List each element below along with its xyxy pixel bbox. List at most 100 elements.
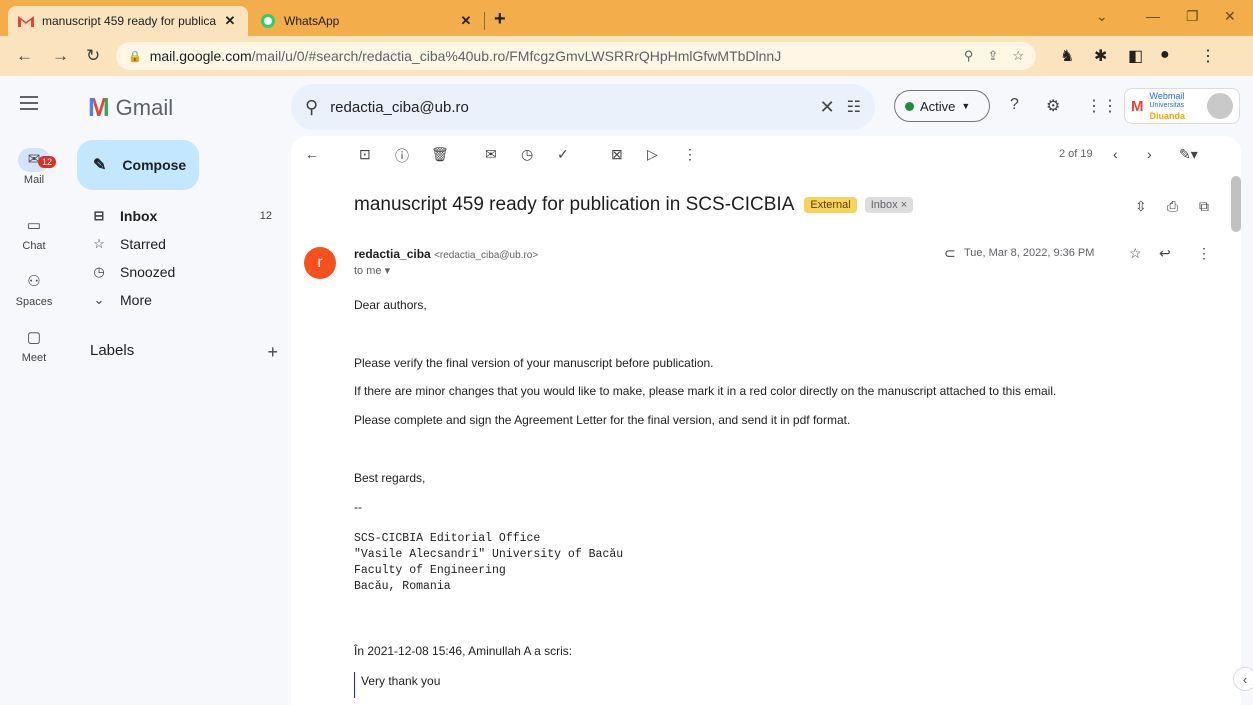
search-input[interactable] [330,98,808,116]
reply-icon[interactable]: ↩ [1159,245,1171,262]
chat-icon: ▭ [26,217,42,234]
recipients-label: to me [354,265,382,277]
gmail-logo[interactable]: M Gmail [88,92,173,123]
gmail-header: M Gmail ⚲ ✕ ☷ Active ▼ ? ⚙ ⋮⋮ M Webmail … [0,76,1253,136]
url-host: mail.google.com [149,48,252,64]
tab-whatsapp[interactable]: WhatsApp ✕ [252,6,482,36]
signature-line: "Vasile Alecsandri" University of Bacău [354,548,624,561]
side-panel-icon[interactable]: ◧ [1128,46,1143,66]
bookmark-star-icon[interactable]: ☆ [1012,48,1024,64]
help-icon[interactable]: ? [1010,96,1019,114]
status-dropdown[interactable]: Active ▼ [894,90,990,122]
new-window-icon[interactable]: ⧉ [1199,198,1209,215]
more-icon[interactable]: ⋮ [1197,245,1211,262]
rail-meet[interactable]: ▢ Meet [0,326,68,364]
body-closing: Best regards, [354,471,426,485]
snooze-icon[interactable]: ◷ [521,146,533,163]
newer-icon[interactable]: ‹ [1113,146,1118,162]
labels-heading: Labels [90,342,135,359]
close-tab-icon[interactable]: ✕ [222,13,238,29]
zoom-icon[interactable]: ⚲ [964,48,974,64]
expand-all-icon[interactable]: ⇳ [1135,198,1147,215]
account-switcher[interactable]: M Webmail Universitas Diuanda [1124,88,1240,124]
back-to-list-icon[interactable]: ← [305,146,319,162]
inbox-count: 12 [259,210,272,222]
apps-grid-icon[interactable]: ⋮⋮ [1086,96,1118,116]
profile-icon[interactable]: ● [1160,46,1170,64]
add-task-icon[interactable]: ✓ [557,146,569,163]
reload-icon[interactable]: ↻ [86,46,100,66]
nav-item-inbox[interactable]: ⊟ Inbox 12 [68,202,288,230]
clear-search-icon[interactable]: ✕ [820,97,835,118]
compose-button[interactable]: ✎ Compose [77,140,199,190]
older-icon[interactable]: › [1147,146,1152,162]
sender-avatar[interactable]: r [304,247,336,279]
browser-menu-icon[interactable]: ⋮ [1200,46,1216,66]
labels-section: Labels + [90,342,278,363]
rail-chat[interactable]: ▭ Chat [0,214,68,252]
search-options-icon[interactable]: ☷ [847,97,861,117]
input-tools-icon[interactable]: ✎▾ [1179,146,1198,163]
restore-icon[interactable]: ❐ [1186,8,1199,25]
webmail-m-icon: M [1131,97,1144,115]
scrollbar[interactable] [1231,176,1241,232]
rail-mail-label: Mail [23,174,45,186]
browser-toolbar: ← → ↻ 🔒 mail.google.com/mail/u/0/#search… [0,36,1253,76]
close-tab-icon[interactable]: ✕ [458,13,474,29]
chevron-down-icon: ⌄ [93,292,105,307]
nav-label: Starred [120,236,166,252]
print-icon[interactable]: ⎙ [1167,198,1178,215]
share-icon[interactable]: ⇪ [987,48,998,64]
clock-icon: ◷ [93,264,105,279]
extensions-puzzle-icon[interactable]: ✱ [1094,46,1107,66]
settings-gear-icon[interactable]: ⚙ [1046,96,1060,116]
extension-icon[interactable]: ♞ [1060,46,1074,66]
mail-nav: ⊟ Inbox 12 ☆ Starred ◷ Snoozed ⌄ More [68,202,288,314]
tab-search-icon[interactable]: ⌄ [1096,8,1108,25]
side-panel-toggle-icon[interactable]: ‹ [1233,667,1253,691]
nav-item-starred[interactable]: ☆ Starred [68,230,288,258]
forward-icon[interactable]: → [52,46,69,66]
back-icon[interactable]: ← [16,46,33,66]
message-subject: manuscript 459 ready for publication in … [354,194,795,215]
delete-icon[interactable]: 🗑 [431,146,449,163]
pager-text: 2 of 19 [1059,148,1093,160]
nav-item-snoozed[interactable]: ◷ Snoozed [68,258,288,286]
minimize-icon[interactable]: — [1146,8,1160,24]
move-to-icon[interactable]: ⊠ [611,146,623,163]
nav-label: Inbox [120,208,158,224]
sender-name[interactable]: redactia_ciba [354,247,431,261]
add-label-icon[interactable]: + [267,342,278,363]
message-date: Tue, Mar 8, 2022, 9:36 PM [964,247,1095,259]
signature-line: Faculty of Engineering [354,564,506,577]
gmail-icon [18,13,34,29]
mark-unread-icon[interactable]: ✉ [485,146,497,163]
inbox-label-chip[interactable]: Inbox × [864,197,914,213]
more-actions-icon[interactable]: ⋮ [683,146,697,163]
body-greeting: Dear authors, [354,298,427,312]
body-paragraph: If there are minor changes that you woul… [354,384,1057,398]
tab-title: WhatsApp [284,14,340,28]
label-icon[interactable]: ▷ [647,146,658,163]
nav-item-more[interactable]: ⌄ More [68,286,288,314]
close-window-icon[interactable]: ✕ [1224,8,1236,25]
archive-icon[interactable]: ⊡ [359,146,371,163]
star-icon: ☆ [93,236,105,251]
tab-gmail[interactable]: manuscript 459 ready for publica ✕ [8,6,248,36]
search-icon[interactable]: ⚲ [305,97,318,118]
remove-label-icon[interactable]: × [901,199,907,211]
message-view: ← ⊡ ⓘ 🗑 ✉ ◷ ✓ ⊠ ▷ ⋮ 2 of 19 ‹ › ✎▾ manus… [291,136,1241,705]
whatsapp-icon [260,13,276,29]
new-tab-icon[interactable]: + [494,8,506,31]
tab-separator [484,12,485,30]
chevron-down-icon: ▼ [961,101,971,111]
star-icon[interactable]: ☆ [1129,245,1142,262]
rail-mail[interactable]: ✉ Mail 12 [0,148,68,186]
main-menu-icon[interactable] [20,96,38,114]
report-spam-icon[interactable]: ⓘ [395,146,409,166]
rail-spaces[interactable]: ⚇ Spaces [0,270,68,308]
address-bar[interactable]: 🔒 mail.google.com/mail/u/0/#search/redac… [116,42,1036,70]
search-bar: ⚲ ✕ ☷ [291,84,875,130]
recipients-toggle[interactable]: to me ▾ [354,264,390,277]
gmail-m-icon: M [88,92,110,122]
